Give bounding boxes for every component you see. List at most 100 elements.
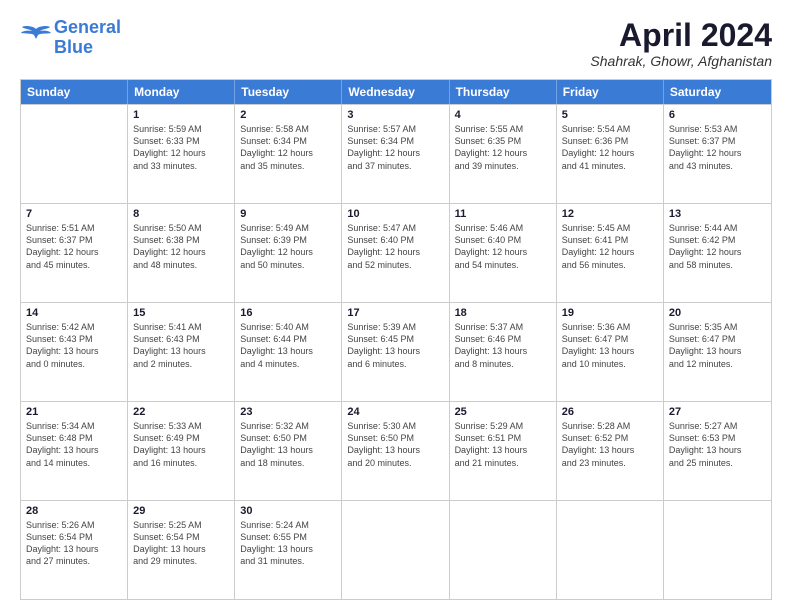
cal-cell: 19 Sunrise: 5:36 AM Sunset: 6:47 PM Dayli… <box>557 303 664 401</box>
day-number: 24 <box>347 406 443 418</box>
cal-cell: 24 Sunrise: 5:30 AM Sunset: 6:50 PM Dayli… <box>342 402 449 500</box>
day-number: 4 <box>455 109 551 121</box>
cell-text: Sunrise: 5:25 AM Sunset: 6:54 PM Dayligh… <box>133 519 229 568</box>
cal-cell: 14 Sunrise: 5:42 AM Sunset: 6:43 PM Dayli… <box>21 303 128 401</box>
day-number: 2 <box>240 109 336 121</box>
title-area: April 2024 Shahrak, Ghowr, Afghanistan <box>590 18 772 69</box>
logo-text: General <box>54 17 121 37</box>
cal-cell: 8 Sunrise: 5:50 AM Sunset: 6:38 PM Daylig… <box>128 204 235 302</box>
cal-cell: 18 Sunrise: 5:37 AM Sunset: 6:46 PM Dayli… <box>450 303 557 401</box>
cell-text: Sunrise: 5:26 AM Sunset: 6:54 PM Dayligh… <box>26 519 122 568</box>
day-number: 23 <box>240 406 336 418</box>
day-number: 9 <box>240 208 336 220</box>
cell-text: Sunrise: 5:24 AM Sunset: 6:55 PM Dayligh… <box>240 519 336 568</box>
day-number: 22 <box>133 406 229 418</box>
cal-cell: 9Sunrise: 5:49 AM Sunset: 6:39 PM Daylig… <box>235 204 342 302</box>
calendar-body: 1 Sunrise: 5:59 AM Sunset: 6:33 PM Daylig… <box>21 104 771 599</box>
header: General Blue April 2024 Shahrak, Ghowr, … <box>20 18 772 69</box>
cell-text: Sunrise: 5:35 AM Sunset: 6:47 PM Dayligh… <box>669 321 766 370</box>
cell-text: Sunrise: 5:50 AM Sunset: 6:38 PM Dayligh… <box>133 222 229 271</box>
cell-text: Sunrise: 5:41 AM Sunset: 6:43 PM Dayligh… <box>133 321 229 370</box>
day-number: 26 <box>562 406 658 418</box>
cal-cell: 12 Sunrise: 5:45 AM Sunset: 6:41 PM Dayli… <box>557 204 664 302</box>
header-sunday: Sunday <box>21 80 128 104</box>
day-number: 17 <box>347 307 443 319</box>
cell-text: Sunrise: 5:46 AM Sunset: 6:40 PM Dayligh… <box>455 222 551 271</box>
page: General Blue April 2024 Shahrak, Ghowr, … <box>0 0 792 612</box>
cal-cell: 28 Sunrise: 5:26 AM Sunset: 6:54 PM Dayli… <box>21 501 128 599</box>
day-number: 1 <box>133 109 229 121</box>
cell-text: Sunrise: 5:59 AM Sunset: 6:33 PM Dayligh… <box>133 123 229 172</box>
cal-cell: 25 Sunrise: 5:29 AM Sunset: 6:51 PM Dayli… <box>450 402 557 500</box>
logo-bird-icon <box>20 25 52 51</box>
calendar-header: Sunday Monday Tuesday Wednesday Thursday… <box>21 80 771 104</box>
cal-cell: 7 Sunrise: 5:51 AM Sunset: 6:37 PM Daylig… <box>21 204 128 302</box>
cal-cell: 29 Sunrise: 5:25 AM Sunset: 6:54 PM Dayli… <box>128 501 235 599</box>
day-number: 25 <box>455 406 551 418</box>
header-tuesday: Tuesday <box>235 80 342 104</box>
day-number: 13 <box>669 208 766 220</box>
day-number: 29 <box>133 505 229 517</box>
header-thursday: Thursday <box>450 80 557 104</box>
cal-cell: 20 Sunrise: 5:35 AM Sunset: 6:47 PM Dayli… <box>664 303 771 401</box>
cal-cell: 30Sunrise: 5:24 AM Sunset: 6:55 PM Dayli… <box>235 501 342 599</box>
logo: General Blue <box>20 18 121 58</box>
cell-text: Sunrise: 5:30 AM Sunset: 6:50 PM Dayligh… <box>347 420 443 469</box>
cal-cell: 26 Sunrise: 5:28 AM Sunset: 6:52 PM Dayli… <box>557 402 664 500</box>
cal-cell: 16Sunrise: 5:40 AM Sunset: 6:44 PM Dayli… <box>235 303 342 401</box>
day-number: 20 <box>669 307 766 319</box>
cell-text: Sunrise: 5:37 AM Sunset: 6:46 PM Dayligh… <box>455 321 551 370</box>
month-title: April 2024 <box>590 18 772 53</box>
day-number: 11 <box>455 208 551 220</box>
day-number: 14 <box>26 307 122 319</box>
cal-cell: 15 Sunrise: 5:41 AM Sunset: 6:43 PM Dayli… <box>128 303 235 401</box>
cell-text: Sunrise: 5:51 AM Sunset: 6:37 PM Dayligh… <box>26 222 122 271</box>
cal-week-4: 28 Sunrise: 5:26 AM Sunset: 6:54 PM Dayli… <box>21 500 771 599</box>
day-number: 12 <box>562 208 658 220</box>
cell-text: Sunrise: 5:45 AM Sunset: 6:41 PM Dayligh… <box>562 222 658 271</box>
logo-text2: Blue <box>54 37 93 57</box>
day-number: 21 <box>26 406 122 418</box>
cal-cell: 27Sunrise: 5:27 AM Sunset: 6:53 PM Dayli… <box>664 402 771 500</box>
cal-week-2: 14 Sunrise: 5:42 AM Sunset: 6:43 PM Dayli… <box>21 302 771 401</box>
cal-cell: 4 Sunrise: 5:55 AM Sunset: 6:35 PM Daylig… <box>450 105 557 203</box>
cal-cell: 3Sunrise: 5:57 AM Sunset: 6:34 PM Daylig… <box>342 105 449 203</box>
cal-week-0: 1 Sunrise: 5:59 AM Sunset: 6:33 PM Daylig… <box>21 104 771 203</box>
cal-cell: 21Sunrise: 5:34 AM Sunset: 6:48 PM Dayli… <box>21 402 128 500</box>
cell-text: Sunrise: 5:47 AM Sunset: 6:40 PM Dayligh… <box>347 222 443 271</box>
cal-cell: 17 Sunrise: 5:39 AM Sunset: 6:45 PM Dayli… <box>342 303 449 401</box>
day-number: 6 <box>669 109 766 121</box>
cal-cell: 13 Sunrise: 5:44 AM Sunset: 6:42 PM Dayli… <box>664 204 771 302</box>
cell-text: Sunrise: 5:29 AM Sunset: 6:51 PM Dayligh… <box>455 420 551 469</box>
day-number: 5 <box>562 109 658 121</box>
cal-week-1: 7 Sunrise: 5:51 AM Sunset: 6:37 PM Daylig… <box>21 203 771 302</box>
day-number: 8 <box>133 208 229 220</box>
cell-text: Sunrise: 5:39 AM Sunset: 6:45 PM Dayligh… <box>347 321 443 370</box>
day-number: 3 <box>347 109 443 121</box>
cal-week-3: 21Sunrise: 5:34 AM Sunset: 6:48 PM Dayli… <box>21 401 771 500</box>
day-number: 7 <box>26 208 122 220</box>
cell-text: Sunrise: 5:27 AM Sunset: 6:53 PM Dayligh… <box>669 420 766 469</box>
subtitle: Shahrak, Ghowr, Afghanistan <box>590 53 772 69</box>
day-number: 16 <box>240 307 336 319</box>
cal-cell <box>450 501 557 599</box>
cell-text: Sunrise: 5:32 AM Sunset: 6:50 PM Dayligh… <box>240 420 336 469</box>
header-wednesday: Wednesday <box>342 80 449 104</box>
header-monday: Monday <box>128 80 235 104</box>
cal-cell: 11 Sunrise: 5:46 AM Sunset: 6:40 PM Dayli… <box>450 204 557 302</box>
day-number: 19 <box>562 307 658 319</box>
cal-cell <box>342 501 449 599</box>
cell-text: Sunrise: 5:54 AM Sunset: 6:36 PM Dayligh… <box>562 123 658 172</box>
day-number: 15 <box>133 307 229 319</box>
header-saturday: Saturday <box>664 80 771 104</box>
cell-text: Sunrise: 5:44 AM Sunset: 6:42 PM Dayligh… <box>669 222 766 271</box>
header-friday: Friday <box>557 80 664 104</box>
day-number: 18 <box>455 307 551 319</box>
day-number: 28 <box>26 505 122 517</box>
cal-cell: 23 Sunrise: 5:32 AM Sunset: 6:50 PM Dayli… <box>235 402 342 500</box>
cal-cell: 22Sunrise: 5:33 AM Sunset: 6:49 PM Dayli… <box>128 402 235 500</box>
cell-text: Sunrise: 5:42 AM Sunset: 6:43 PM Dayligh… <box>26 321 122 370</box>
cell-text: Sunrise: 5:55 AM Sunset: 6:35 PM Dayligh… <box>455 123 551 172</box>
cell-text: Sunrise: 5:36 AM Sunset: 6:47 PM Dayligh… <box>562 321 658 370</box>
cell-text: Sunrise: 5:28 AM Sunset: 6:52 PM Dayligh… <box>562 420 658 469</box>
